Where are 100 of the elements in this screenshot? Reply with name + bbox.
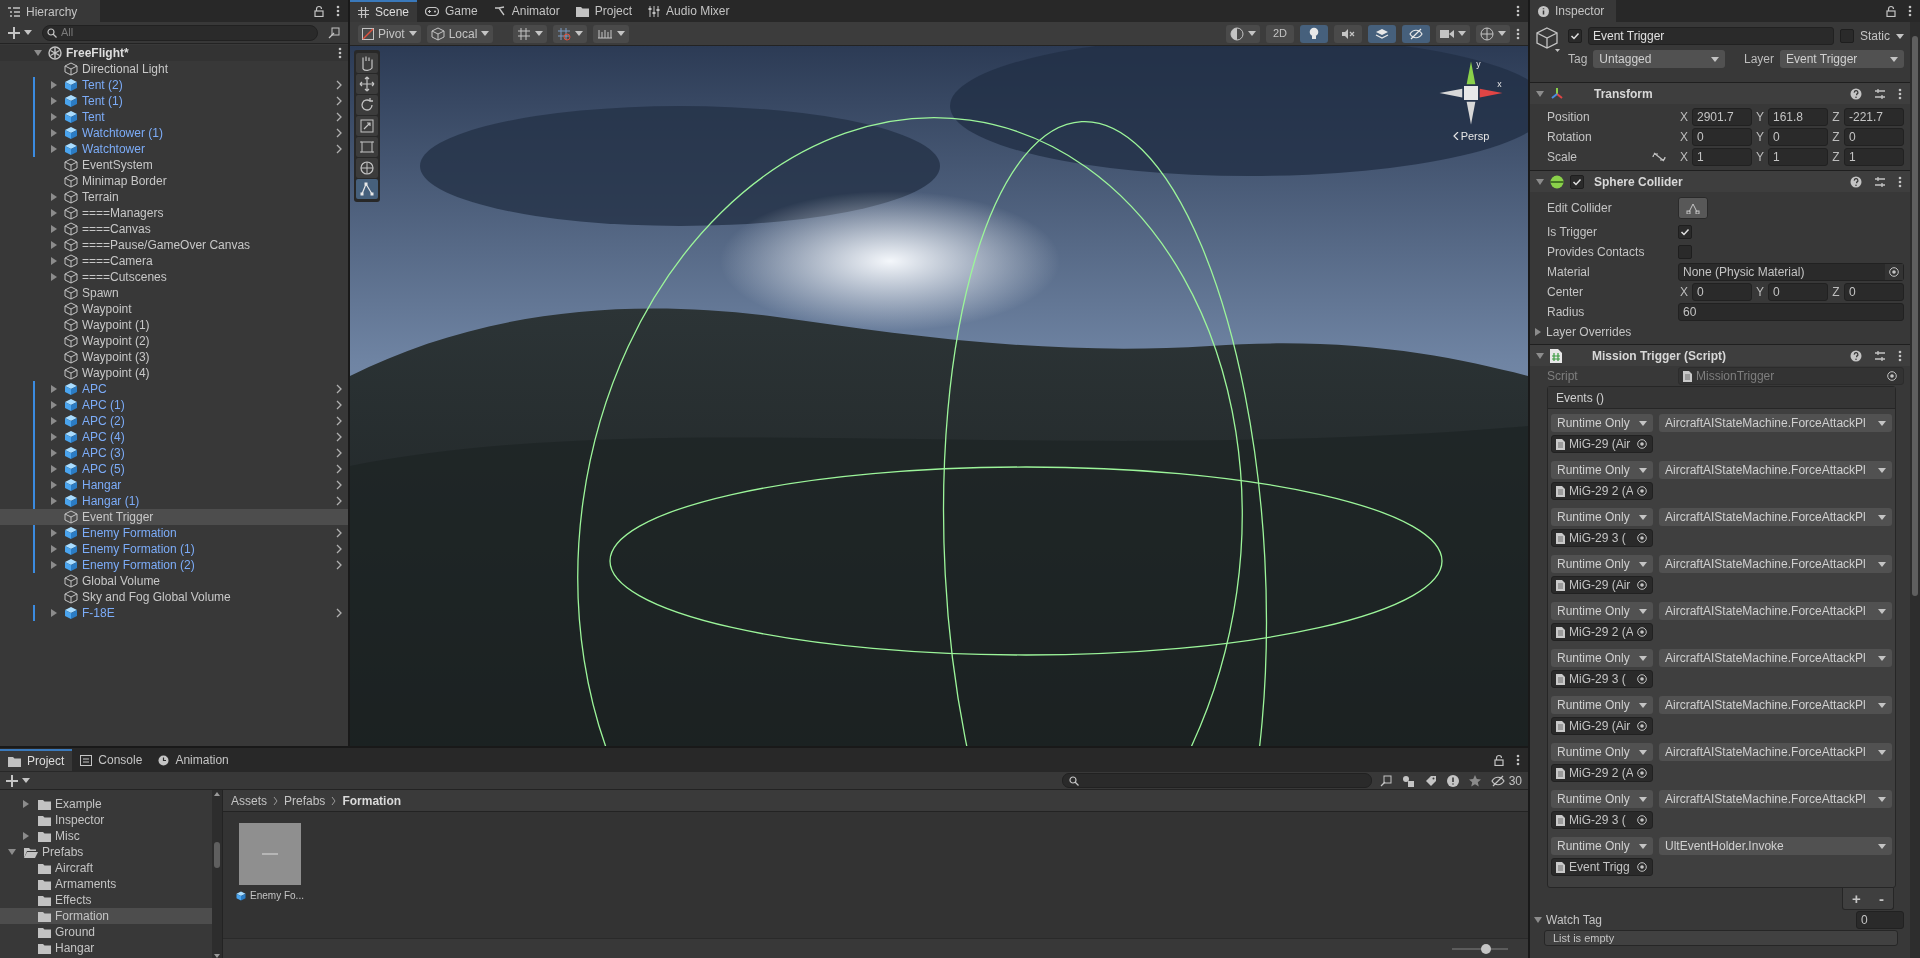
panel-tab[interactable]: Hierarchy (0, 0, 100, 22)
tool-button[interactable] (356, 53, 378, 73)
folder-item[interactable]: Hangar (0, 940, 212, 956)
tag-dropdown[interactable]: Untagged (1593, 50, 1726, 68)
mode-dropdown[interactable]: Runtime Only (1551, 414, 1653, 432)
tool-button[interactable] (356, 158, 378, 178)
folder-item[interactable]: Effects (0, 892, 212, 908)
mode-dropdown[interactable]: Runtime Only (1551, 461, 1653, 479)
toggle-button[interactable]: 2D (1266, 24, 1294, 43)
name-field[interactable]: Event Trigger (1588, 27, 1834, 45)
panel-tab[interactable]: Console (72, 749, 151, 771)
number-field[interactable]: 0 (1768, 283, 1828, 301)
object-field[interactable]: MiG-29 (Air (1551, 717, 1653, 735)
add-button[interactable]: + (1852, 891, 1861, 906)
hierarchy-item[interactable]: ====Canvas (0, 221, 348, 237)
mode-dropdown[interactable]: Runtime Only (1551, 837, 1653, 855)
tool-button[interactable] (356, 137, 378, 157)
hierarchy-item[interactable]: Minimap Border (0, 173, 348, 189)
hierarchy-item[interactable]: Waypoint (2) (0, 333, 348, 349)
panel-tab[interactable]: Scene (350, 0, 418, 22)
static-checkbox[interactable] (1840, 29, 1854, 43)
breadcrumb-link[interactable]: Prefabs (284, 791, 326, 810)
component-header[interactable]: Mission Trigger (Script) (1530, 344, 1910, 366)
object-field[interactable]: MiG-29 3 ( (1551, 529, 1653, 547)
snap-button[interactable] (553, 24, 588, 43)
hierarchy-item[interactable]: ====Cutscenes (0, 269, 348, 285)
object-field[interactable]: MiG-29 3 ( (1551, 811, 1653, 829)
panel-tab[interactable]: Animator (485, 0, 568, 22)
scrollbar-thumb[interactable] (1912, 36, 1918, 596)
folder-item[interactable]: Ground (0, 924, 212, 940)
object-field[interactable]: MiG-29 2 (A (1551, 623, 1653, 641)
remove-button[interactable]: - (1878, 891, 1884, 906)
function-dropdown[interactable]: AircraftAIStateMachine.ForceAttackPl (1659, 508, 1892, 526)
search-field[interactable] (1061, 773, 1372, 788)
mode-dropdown[interactable]: Runtime Only (1551, 555, 1653, 573)
foldout[interactable]: Layer Overrides (1530, 322, 1904, 342)
panel-tab[interactable]: Project (0, 749, 73, 771)
object-field[interactable]: Event Trigg (1551, 858, 1653, 876)
mode-dropdown[interactable]: Runtime Only (1551, 602, 1653, 620)
hierarchy-item[interactable]: Enemy Formation (1) (0, 541, 348, 557)
hierarchy-item[interactable]: Event Trigger (0, 509, 348, 525)
asset-item[interactable]: Enemy Fo... (235, 823, 305, 938)
hierarchy-item[interactable]: Enemy Formation (0, 525, 348, 541)
hierarchy-item[interactable]: APC (0, 381, 348, 397)
search-type-button[interactable] (326, 24, 342, 41)
hierarchy-item[interactable]: Watchtower (0, 141, 348, 157)
hierarchy-item[interactable]: Global Volume (0, 573, 348, 589)
hierarchy-item[interactable]: APC (4) (0, 429, 348, 445)
checkbox[interactable] (1678, 245, 1692, 259)
orientation-gizmo[interactable]: y x (1436, 58, 1506, 128)
function-dropdown[interactable]: UltEventHolder.Invoke (1659, 837, 1892, 855)
function-dropdown[interactable]: AircraftAIStateMachine.ForceAttackPl (1659, 555, 1892, 573)
number-field[interactable]: 2901.7 (1692, 108, 1752, 126)
number-field[interactable]: 0 (1856, 911, 1904, 929)
tool-button[interactable] (356, 74, 378, 94)
mode-dropdown[interactable]: Runtime Only (1551, 696, 1653, 714)
scrollbar[interactable] (1910, 22, 1920, 958)
number-field[interactable]: 0 (1768, 128, 1828, 146)
panel-tab[interactable]: Animation (150, 749, 237, 771)
function-dropdown[interactable]: AircraftAIStateMachine.ForceAttackPl (1659, 461, 1892, 479)
scene-root-item[interactable]: FreeFlight* (0, 45, 348, 61)
breadcrumb-link[interactable]: Assets (231, 791, 267, 810)
hierarchy-item[interactable]: Spawn (0, 285, 348, 301)
number-field[interactable]: 1 (1844, 148, 1904, 166)
toggle-button[interactable] (1368, 24, 1396, 43)
hierarchy-item[interactable]: EventSystem (0, 157, 348, 173)
breadcrumb-link[interactable]: Formation (342, 791, 402, 810)
hierarchy-item[interactable]: Hangar (0, 477, 348, 493)
hierarchy-item[interactable]: Enemy Formation (2) (0, 557, 348, 573)
hierarchy-item[interactable]: Tent (0, 109, 348, 125)
object-field[interactable]: None (Physic Material) (1678, 263, 1904, 281)
tool-button[interactable] (356, 179, 378, 199)
mode-dropdown[interactable]: Runtime Only (1551, 508, 1653, 526)
hierarchy-item[interactable]: APC (3) (0, 445, 348, 461)
edit-collider-button[interactable] (1678, 197, 1708, 219)
folder-item[interactable]: Armaments (0, 876, 212, 892)
folder-item[interactable]: Formation (0, 908, 212, 924)
gizmos-button[interactable] (1476, 24, 1510, 43)
pivot-dropdown[interactable]: Pivot (358, 24, 421, 43)
function-dropdown[interactable]: AircraftAIStateMachine.ForceAttackPl (1659, 414, 1892, 432)
hierarchy-item[interactable]: ====Pause/GameOver Canvas (0, 237, 348, 253)
hidden-packages-count[interactable]: 30 (1490, 771, 1522, 790)
number-field[interactable]: 0 (1692, 128, 1752, 146)
hierarchy-item[interactable]: ====Managers (0, 205, 348, 221)
foldout[interactable]: Watch Tag 0 (1530, 910, 1904, 930)
hierarchy-item[interactable]: Waypoint (1) (0, 317, 348, 333)
create-button[interactable] (6, 24, 34, 41)
number-field[interactable]: 60 (1678, 303, 1904, 321)
hierarchy-item[interactable]: Directional Light (0, 61, 348, 77)
hierarchy-item[interactable]: Watchtower (1) (0, 125, 348, 141)
create-button[interactable] (6, 774, 30, 787)
panel-tab[interactable]: Game (417, 0, 486, 22)
number-field[interactable]: 1 (1768, 148, 1828, 166)
panel-tab[interactable]: Audio Mixer (640, 0, 738, 22)
number-field[interactable]: 0 (1844, 283, 1904, 301)
hierarchy-item[interactable]: APC (5) (0, 461, 348, 477)
hierarchy-item[interactable]: Tent (2) (0, 77, 348, 93)
search-field[interactable]: All (42, 24, 318, 41)
number-field[interactable]: -221.7 (1844, 108, 1904, 126)
mode-dropdown[interactable]: Runtime Only (1551, 649, 1653, 667)
